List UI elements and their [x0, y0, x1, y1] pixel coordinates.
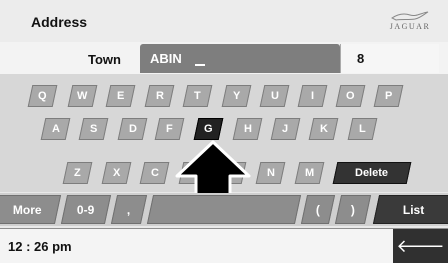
delete-button[interactable]: Delete	[332, 162, 412, 184]
key-q[interactable]: Q	[27, 85, 58, 107]
jaguar-logo: JAGUAR	[380, 9, 440, 35]
key-w[interactable]: W	[67, 85, 98, 107]
key-o[interactable]: O	[335, 85, 366, 107]
key-s[interactable]: S	[78, 118, 109, 140]
clock: 12 : 26 pm	[8, 239, 72, 254]
back-button[interactable]: 🡐	[393, 229, 448, 263]
footer-bar: 12 : 26 pm 🡐	[0, 228, 448, 263]
header-bar: Address JAGUAR	[0, 0, 448, 44]
town-label: Town	[88, 52, 121, 67]
match-count-field: 8	[340, 44, 439, 73]
key-z[interactable]: Z	[62, 162, 93, 184]
list-button[interactable]: List	[372, 195, 448, 224]
key-x[interactable]: X	[101, 162, 132, 184]
key-p[interactable]: P	[373, 85, 404, 107]
key-l[interactable]: L	[347, 118, 378, 140]
key-k[interactable]: K	[308, 118, 339, 140]
key-g[interactable]: G	[193, 118, 224, 140]
more-button[interactable]: More	[0, 195, 62, 224]
key-r[interactable]: R	[144, 85, 175, 107]
close-paren-key[interactable]: )	[334, 195, 372, 224]
town-input-value: ABIN	[150, 51, 182, 66]
navigation-address-screen: Address JAGUAR Town ABIN 8 Q W E R T Y U…	[0, 0, 448, 263]
page-title: Address	[31, 14, 88, 30]
key-u[interactable]: U	[259, 85, 290, 107]
key-i[interactable]: I	[297, 85, 328, 107]
key-h[interactable]: H	[232, 118, 263, 140]
key-a[interactable]: A	[40, 118, 71, 140]
text-cursor	[195, 64, 205, 66]
key-y[interactable]: Y	[221, 85, 252, 107]
key-j[interactable]: J	[270, 118, 301, 140]
town-input[interactable]: ABIN	[140, 44, 340, 73]
key-d[interactable]: D	[117, 118, 148, 140]
key-c[interactable]: C	[139, 162, 170, 184]
comma-key[interactable]: ,	[110, 195, 148, 224]
key-m[interactable]: M	[294, 162, 325, 184]
match-count: 8	[357, 51, 365, 66]
key-n[interactable]: N	[255, 162, 286, 184]
back-arrow-icon: 🡐	[396, 236, 445, 256]
space-key[interactable]	[146, 195, 302, 224]
key-e[interactable]: E	[105, 85, 136, 107]
jaguar-leaper-icon	[391, 11, 429, 21]
key-f[interactable]: F	[154, 118, 185, 140]
numbers-button[interactable]: 0-9	[60, 195, 112, 224]
key-t[interactable]: T	[182, 85, 213, 107]
brand-wordmark: JAGUAR	[389, 22, 431, 31]
